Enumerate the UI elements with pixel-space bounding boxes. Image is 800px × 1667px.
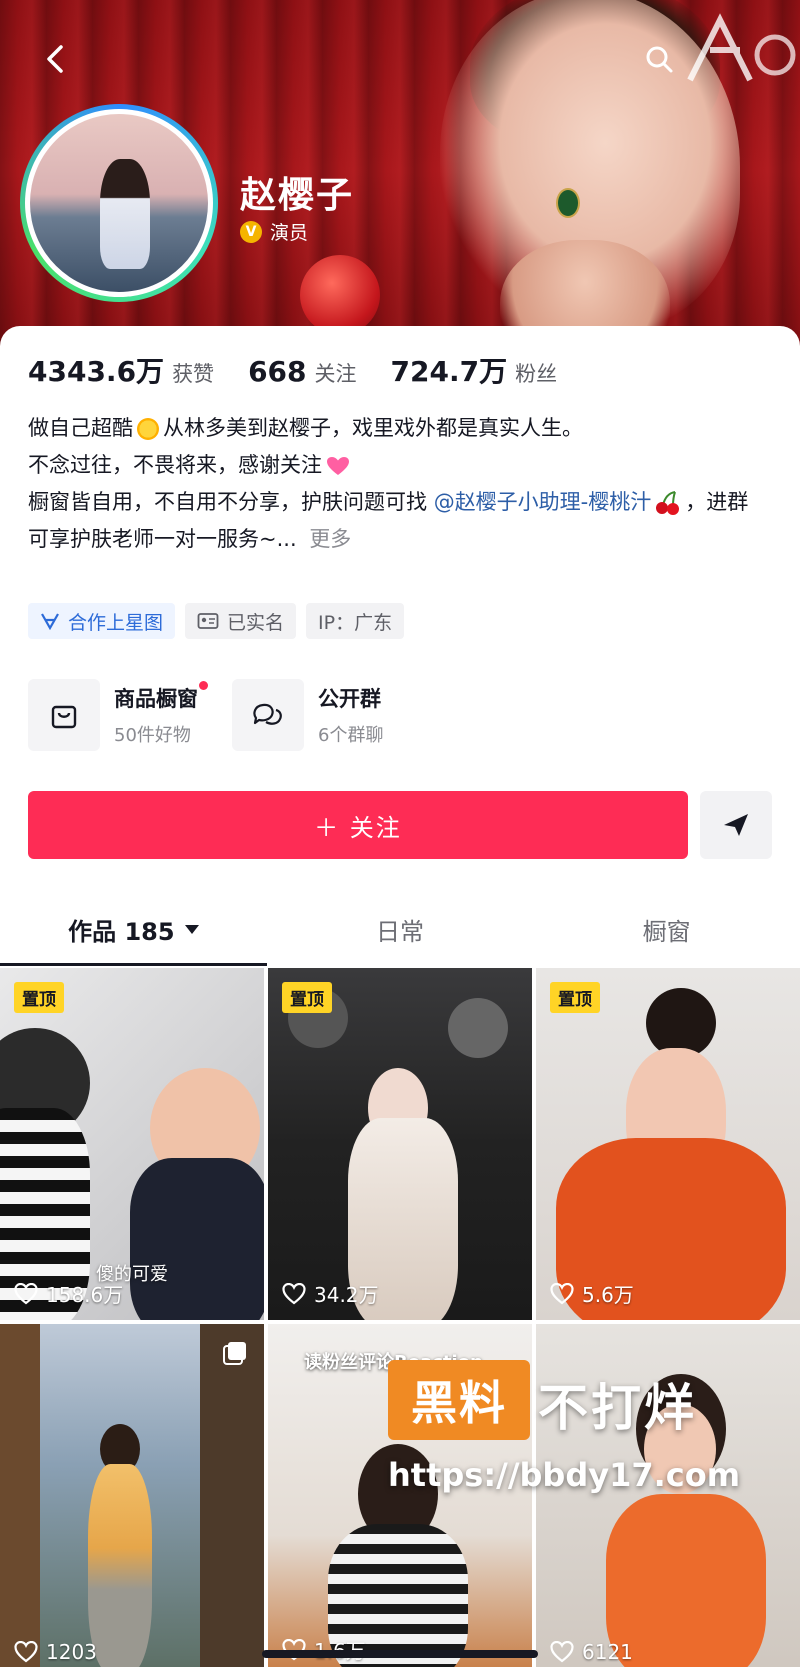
video-grid: 置顶 傻的可爱 158.6万 置顶 34.2万 置顶 5.6万 1203 612… [0, 968, 800, 1667]
sparkling-heart-icon [327, 457, 349, 475]
public-group-sub: 6个群聊 [318, 725, 384, 746]
chat-group-icon [253, 703, 282, 725]
search-icon [646, 46, 673, 73]
search-button[interactable] [636, 36, 682, 82]
video-thumbnail[interactable]: 置顶 傻的可爱 158.6万 [0, 968, 264, 1320]
verified-label: 演员 [270, 222, 309, 244]
tag-real-name-label: 已实名 [227, 611, 285, 634]
likes-label[interactable]: 获赞 [172, 358, 214, 388]
profile-name: 赵樱子 [240, 175, 355, 216]
heart-outline-icon [282, 1282, 306, 1304]
product-window-entry[interactable]: 商品橱窗 50件好物 [28, 679, 208, 751]
product-window-sub: 50件好物 [114, 725, 191, 746]
star-map-icon [41, 613, 59, 630]
video-likes-count: 1203 [46, 1640, 97, 1664]
caret-down-icon [184, 924, 199, 934]
profile-tags: 合作上星图 已实名 IP：广东 [28, 603, 405, 639]
cherry-icon [656, 491, 680, 515]
chevron-left-icon [47, 45, 63, 73]
tab-works-label: 作品 185 [68, 917, 175, 946]
pinned-badge: 置顶 [550, 982, 600, 1013]
public-group-icon-box [232, 679, 304, 751]
profile-tabs: 作品 185 日常 橱窗 [0, 892, 800, 966]
tab-window[interactable]: 橱窗 [533, 892, 800, 966]
following-count[interactable]: 668 [248, 355, 306, 388]
verified-badge-icon: V [240, 220, 262, 243]
heart-outline-icon [14, 1641, 38, 1663]
bio-mention-link[interactable]: @赵樱子小助理-樱桃汁 [434, 490, 652, 514]
banner-earring [558, 190, 578, 216]
video-likes: 34.2万 [282, 1279, 379, 1308]
video-likes-count: 5.6万 [582, 1283, 634, 1307]
product-window-title: 商品橱窗 [114, 681, 208, 713]
avatar-figure [100, 159, 150, 269]
video-thumbnail[interactable]: 置顶 5.6万 [536, 968, 800, 1320]
tag-real-name[interactable]: 已实名 [185, 603, 297, 639]
tag-star-map-label: 合作上星图 [68, 611, 164, 634]
video-likes-count: 6121 [582, 1640, 633, 1664]
profile-page: 赵樱子 V 演员 4343.6万 获赞 668 关注 724.7万 粉丝 做自己… [0, 0, 800, 1667]
thumb-shape [200, 1324, 264, 1667]
following-label[interactable]: 关注 [315, 358, 357, 388]
thumb-shape [0, 1324, 40, 1667]
video-likes: 158.6万 [14, 1279, 123, 1308]
followers-count[interactable]: 724.7万 [391, 350, 508, 390]
video-likes: 5.6万 [550, 1279, 634, 1308]
shopping-bag-icon [51, 705, 77, 729]
banner-deco-icon [687, 13, 796, 82]
follow-button[interactable]: ＋ 关注 [28, 791, 688, 859]
home-indicator [262, 1650, 538, 1658]
bio-line3: 橱窗皆自用，不自用不分享，护肤问题可找 [28, 490, 427, 514]
tag-ip: IP：广东 [306, 603, 405, 639]
video-likes-count: 158.6万 [46, 1283, 124, 1307]
heart-outline-icon [550, 1282, 574, 1304]
tab-window-label: 橱窗 [642, 917, 691, 946]
watermark-logo-text: 黑料 [411, 1376, 507, 1430]
notification-dot [199, 681, 208, 690]
bio-more-link[interactable]: 更多 [309, 527, 351, 551]
pinned-badge: 置顶 [282, 982, 332, 1013]
id-card-icon [197, 613, 219, 629]
tag-ip-label: IP：广东 [318, 611, 393, 634]
profile-bio: 做自己超酷 从林多美到赵樱子，戏里戏外都是真实人生。 不念过往，不畏将来，感谢关注… [28, 410, 768, 558]
followers-label[interactable]: 粉丝 [515, 358, 557, 388]
public-group-title: 公开群 [318, 687, 381, 711]
tab-works[interactable]: 作品 185 [0, 892, 267, 966]
watermark-logo-box: 黑料 [388, 1360, 530, 1440]
avatar-image [30, 114, 208, 292]
tab-daily[interactable]: 日常 [267, 892, 534, 966]
bio-line1-a: 做自己超酷 [28, 416, 133, 440]
thumb-shape [130, 1158, 264, 1320]
thumb-shape [448, 998, 508, 1058]
avatar[interactable] [20, 104, 218, 302]
sun-emoji-icon [137, 418, 159, 440]
pinned-badge: 置顶 [14, 982, 64, 1013]
profile-stats: 4343.6万 获赞 668 关注 724.7万 粉丝 [28, 350, 591, 390]
multi-image-icon [223, 1342, 246, 1365]
tab-daily-label: 日常 [376, 917, 424, 946]
thumb-shape [88, 1464, 152, 1667]
video-likes: 6121 [550, 1640, 633, 1664]
share-button[interactable] [700, 791, 772, 859]
shop-row: 商品橱窗 50件好物 公开群 6个群聊 [28, 679, 383, 751]
send-icon [724, 814, 748, 836]
heart-outline-icon [14, 1282, 38, 1304]
heart-outline-icon [550, 1641, 574, 1663]
verified-role: V 演员 [240, 218, 308, 245]
product-window-icon-box [28, 679, 100, 751]
watermark-title: 不打烊 [538, 1379, 697, 1437]
public-group-entry[interactable]: 公开群 6个群聊 [232, 679, 383, 751]
video-likes-count: 34.2万 [314, 1283, 379, 1307]
bio-line2: 不念过往，不畏将来，感谢关注 [28, 453, 322, 477]
tag-star-map[interactable]: 合作上星图 [28, 603, 176, 639]
video-likes: 1203 [14, 1640, 97, 1664]
video-thumbnail[interactable]: 1203 [0, 1324, 264, 1667]
likes-count[interactable]: 4343.6万 [28, 350, 164, 390]
bio-line1-b: 从林多美到赵樱子，戏里戏外都是真实人生。 [163, 416, 583, 440]
banner-fruit [300, 255, 380, 335]
watermark-url: https://bbdy17.com [388, 1456, 741, 1494]
video-thumbnail[interactable]: 置顶 34.2万 [268, 968, 532, 1320]
back-button[interactable] [32, 36, 78, 82]
